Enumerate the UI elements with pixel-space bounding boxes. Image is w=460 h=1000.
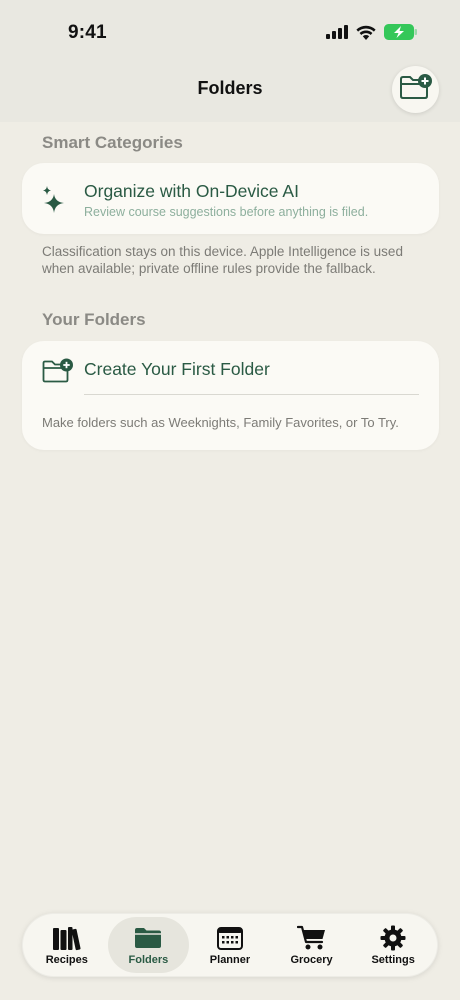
organize-ai-card[interactable]: Organize with On-Device AI Review course…: [22, 163, 439, 234]
page-title: Folders: [197, 78, 263, 98]
status-time: 9:41: [68, 22, 107, 43]
status-icons: [326, 24, 418, 45]
battery-charging-icon: [384, 24, 418, 45]
tab-folders[interactable]: Folders: [107, 917, 190, 973]
tab-bar: Recipes Folders Planner Grocery Settings: [22, 913, 438, 977]
new-folder-button[interactable]: [392, 66, 439, 113]
tab-label: Recipes: [45, 954, 88, 966]
cart-icon: [296, 925, 327, 951]
organize-ai-title: Organize with On-Device AI: [84, 181, 299, 201]
sparkles-icon: [42, 186, 66, 219]
status-bar: 9:41: [0, 0, 460, 64]
your-folders-card: Create Your First Folder Make folders su…: [22, 341, 439, 450]
folder-icon: [134, 925, 162, 951]
tab-label: Settings: [371, 954, 415, 966]
organize-ai-subtitle: Review course suggestions before anythin…: [84, 205, 369, 219]
tab-label: Grocery: [290, 954, 333, 966]
folder-plus-icon: [42, 358, 74, 389]
calendar-icon: [216, 925, 243, 951]
tab-grocery[interactable]: Grocery: [271, 917, 353, 973]
books-icon: [52, 925, 82, 951]
tab-label: Planner: [209, 954, 251, 966]
tab-recipes[interactable]: Recipes: [26, 917, 108, 973]
your-folders-heading: Your Folders: [42, 310, 146, 329]
divider: [84, 394, 419, 395]
classification-footnote: Classification stays on this device. App…: [42, 244, 403, 276]
navigation-bar: Folders: [0, 64, 460, 122]
folder-plus-icon: [399, 73, 433, 106]
cellular-signal-icon: [326, 25, 348, 44]
folders-screen: 9:41 Folders Smart Categories Organize w…: [0, 0, 460, 1000]
gear-icon: [380, 925, 406, 951]
create-first-folder-button[interactable]: Create Your First Folder: [84, 359, 270, 380]
smart-categories-heading: Smart Categories: [42, 133, 183, 152]
wifi-icon: [356, 25, 376, 45]
folders-hint: Make folders such as Weeknights, Family …: [42, 415, 399, 430]
tab-settings[interactable]: Settings: [352, 917, 434, 973]
tab-label: Folders: [128, 954, 169, 966]
tab-planner[interactable]: Planner: [189, 917, 271, 973]
